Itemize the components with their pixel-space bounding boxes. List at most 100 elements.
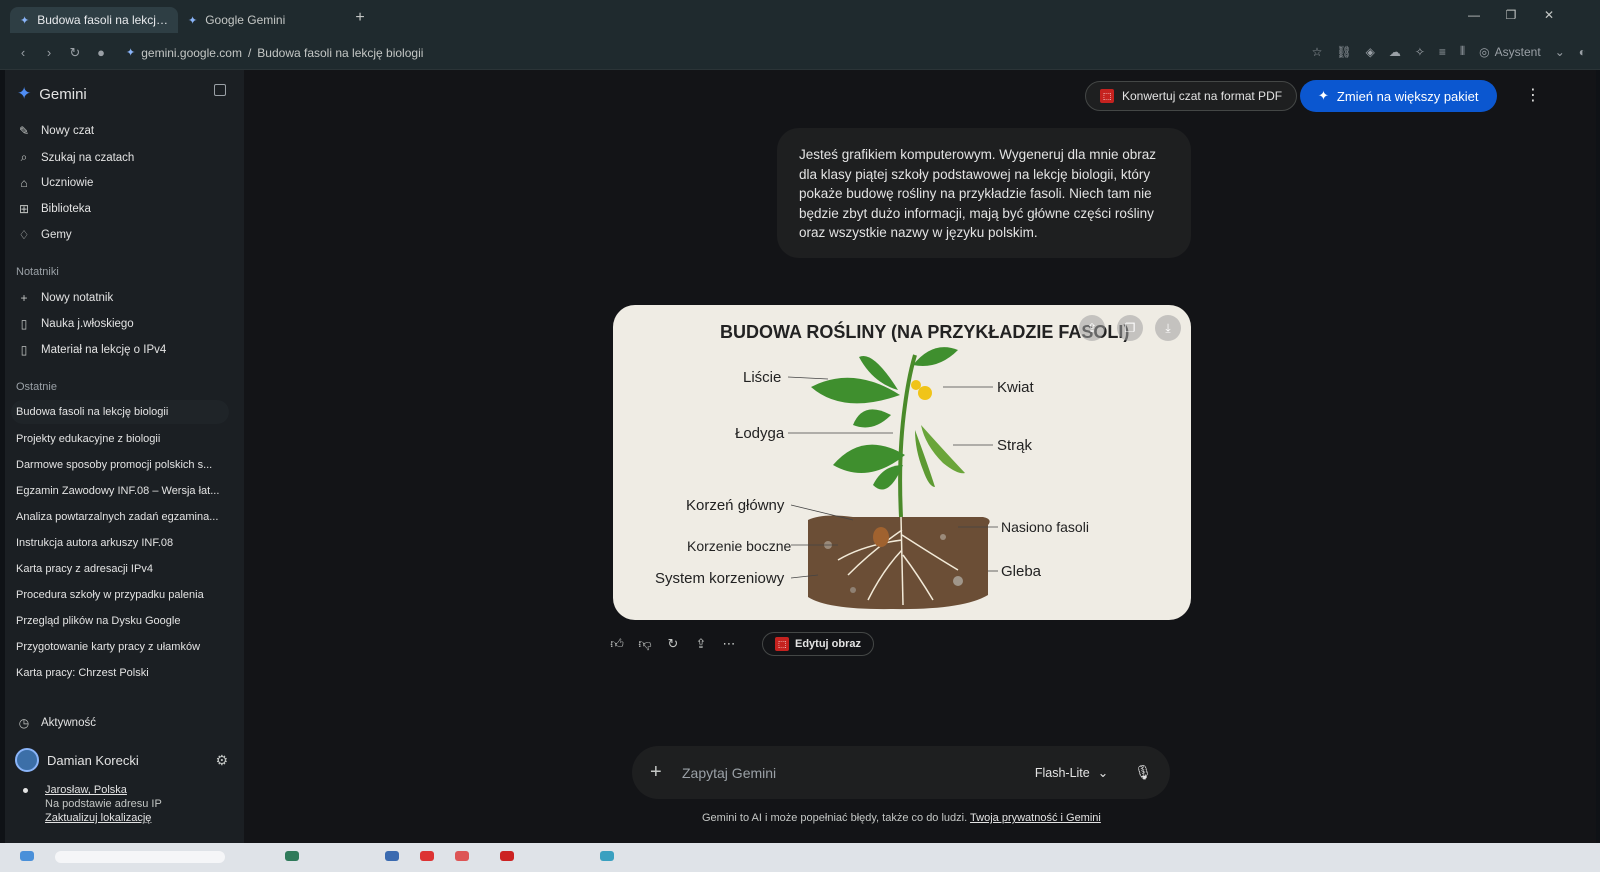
generated-image[interactable]: BUDOWA ROŚLINY (NA PRZYKŁADZIE FASOLI) L… — [613, 305, 1191, 620]
regenerate-icon[interactable]: ↻ — [666, 636, 680, 652]
sidebar-item-gems[interactable]: ♢ Gemy — [17, 228, 72, 242]
label-leaves: Liście — [743, 369, 781, 386]
share-icon[interactable]: ⇪ — [1079, 315, 1105, 341]
user-name: Damian Korecki — [47, 752, 139, 768]
prompt-input[interactable]: Zapytaj Gemini — [682, 765, 1035, 781]
browser-tab-bar: ✦ Budowa fasoli na lekcję biologii ✦ Goo… — [0, 0, 1600, 36]
sidebar-item-students[interactable]: ⌂ Uczniowie — [17, 176, 93, 190]
recent-chat-item[interactable]: Egzamin Zawodowy INF.08 – Wersja łat... — [16, 485, 229, 497]
sidebar-toggle-icon[interactable] — [214, 84, 226, 96]
back-icon[interactable]: ‹ — [10, 45, 36, 60]
sidebar-item-notebook[interactable]: ▯ Nauka j.włoskiego — [17, 317, 134, 331]
chevron-down-icon[interactable]: ⌄ — [1555, 45, 1565, 59]
brand[interactable]: ✦ Gemini — [17, 84, 87, 104]
taskbar-search[interactable] — [55, 851, 225, 863]
sidebar-item-label: Nowy notatnik — [41, 292, 114, 304]
gem-icon: ♢ — [18, 228, 30, 242]
taskbar-item[interactable] — [20, 851, 34, 861]
url-field[interactable]: ✦ gemini.google.com / Budowa fasoli na l… — [126, 46, 423, 60]
plus-icon[interactable]: + — [650, 761, 672, 784]
audio-icon[interactable]: ⦀ — [1460, 44, 1465, 59]
privacy-link[interactable]: Twoja prywatność i Gemini — [970, 812, 1101, 824]
recent-chat-item[interactable]: Analiza powtarzalnych zadań egzamina... — [16, 511, 229, 523]
thumbs-up-icon[interactable]: 👍︎ — [610, 636, 624, 652]
edit-image-label: Edytuj obraz — [795, 638, 862, 650]
label-soil: Gleba — [1001, 563, 1042, 580]
upgrade-button[interactable]: ✦ Zmień na większy pakiet — [1300, 80, 1497, 112]
more-icon[interactable]: ⋯ — [722, 636, 736, 652]
puzzle-icon[interactable]: ✧ — [1415, 45, 1425, 59]
edit-image-button[interactable]: ⬚ Edytuj obraz — [762, 632, 875, 656]
new-tab-button[interactable]: + — [348, 9, 372, 27]
tab-budowa-fasoli[interactable]: ✦ Budowa fasoli na lekcję biologii — [10, 7, 178, 33]
assistant-icon: ◎ — [1479, 44, 1490, 59]
more-options-icon[interactable]: ⋮ — [1525, 85, 1541, 105]
recent-chat-item[interactable]: Karta pracy z adresacji IPv4 — [16, 563, 229, 575]
update-location-link[interactable]: Zaktualizuj lokalizację — [45, 812, 151, 824]
bean-plant-illustration: BUDOWA ROŚLINY (NA PRZYKŁADZIE FASOLI) L… — [655, 321, 1129, 610]
convert-pdf-button[interactable]: ⬚ Konwertuj czat na format PDF — [1085, 81, 1298, 111]
star-icon[interactable]: ☆ — [1312, 45, 1323, 59]
image-title: BUDOWA ROŚLINY (NA PRZYKŁADZIE FASOLI) — [720, 321, 1129, 342]
label-main-root: Korzeń główny — [686, 497, 785, 514]
user-profile[interactable]: Damian Korecki — [15, 748, 139, 772]
copy-icon[interactable]: ❐ — [1117, 315, 1143, 341]
taskbar-item[interactable] — [455, 851, 469, 861]
download-icon[interactable]: ⤓ — [1155, 315, 1181, 341]
forward-icon[interactable]: › — [36, 45, 62, 60]
thumbs-down-icon[interactable]: 👎︎ — [638, 636, 652, 652]
sidebar-item-new-notebook[interactable]: + Nowy notatnik — [17, 291, 113, 305]
close-icon[interactable]: ✕ — [1539, 8, 1559, 22]
model-selector[interactable]: Flash-Lite ⌄ — [1035, 765, 1108, 781]
recent-chat-item[interactable]: Przygotowanie karty pracy z ułamków — [16, 641, 229, 653]
recent-chat-item[interactable]: Projekty edukacyjne z biologii — [16, 433, 229, 445]
reload-icon[interactable]: ↻ — [62, 45, 88, 61]
sparkle-icon: ✦ — [1318, 88, 1329, 103]
label-pod: Strąk — [997, 437, 1033, 454]
disclaimer: Gemini to AI i może popełniać błędy, tak… — [702, 812, 1101, 824]
link-icon[interactable]: ⛓ — [1336, 45, 1351, 59]
sidebar-item-notebook[interactable]: ▯ Materiał na lekcję o IPv4 — [17, 343, 167, 357]
recent-chat-item[interactable]: Procedura szkoły w przypadku palenia — [16, 589, 229, 601]
cloud-icon[interactable]: ☁ — [1389, 45, 1401, 59]
mic-icon[interactable]: 🎙︎ — [1134, 764, 1152, 781]
sidebar-item-new-chat[interactable]: ✎ Nowy czat — [17, 124, 94, 138]
settings-icon[interactable]: ⚙ — [215, 752, 228, 769]
taskbar-item[interactable] — [500, 851, 514, 861]
pebble — [940, 534, 946, 540]
mic-icon[interactable]: ● — [88, 45, 114, 60]
share-icon[interactable]: ⇪ — [694, 636, 708, 652]
assistant-button[interactable]: ◎ Asystent — [1479, 45, 1541, 59]
sidebar-item-library[interactable]: ⊞ Biblioteka — [17, 202, 91, 216]
location-link[interactable]: Jarosław, Polska — [45, 784, 127, 796]
profile-icon[interactable]: ◐ — [1579, 45, 1586, 59]
notebook-icon: ▯ — [20, 343, 28, 357]
response-actions: 👍︎ 👎︎ ↻ ⇪ ⋯ ⬚ Edytuj obraz — [610, 632, 875, 656]
restore-icon[interactable]: ❐ — [1501, 8, 1521, 22]
recent-chat-item[interactable]: Darmowe sposoby promocji polskich s... — [16, 459, 229, 471]
url-domain: gemini.google.com — [141, 45, 242, 60]
extension-icon[interactable]: ◈ — [1366, 45, 1375, 59]
pdf-icon: ⬚ — [1100, 89, 1114, 103]
taskbar-item[interactable] — [420, 851, 434, 861]
recent-chat-item[interactable]: Budowa fasoli na lekcję biologii — [11, 400, 229, 424]
tab-google-gemini[interactable]: ✦ Google Gemini — [178, 7, 348, 33]
label-stem: Łodyga — [735, 425, 785, 442]
sidebar-item-label: Biblioteka — [41, 203, 91, 215]
taskbar-item[interactable] — [385, 851, 399, 861]
recent-chat-item[interactable]: Karta pracy: Chrzest Polski — [16, 667, 229, 679]
recent-chat-item[interactable]: Instrukcja autora arkuszy INF.08 — [16, 537, 229, 549]
graduation-cap-icon: ⌂ — [20, 176, 28, 190]
sidebar-item-label: Nowy czat — [41, 125, 95, 137]
sidebar: ✦ Gemini ✎ Nowy czat ⌕ Szukaj na czatach… — [5, 70, 244, 860]
prompt-composer[interactable]: + Zapytaj Gemini Flash-Lite ⌄ 🎙︎ — [632, 746, 1170, 799]
list-icon[interactable]: ≡ — [1439, 45, 1446, 59]
user-message: Jesteś grafikiem komputerowym. Wygeneruj… — [777, 128, 1191, 258]
recent-chat-item[interactable]: Przegląd plików na Dysku Google — [16, 615, 229, 627]
taskbar-item[interactable] — [285, 851, 299, 861]
sidebar-item-label: Gemy — [41, 229, 72, 241]
sidebar-item-search[interactable]: ⌕ Szukaj na czatach — [17, 150, 135, 165]
sidebar-item-activity[interactable]: ◷ Aktywność — [17, 716, 96, 730]
taskbar-item[interactable] — [600, 851, 614, 861]
minimize-icon[interactable]: — — [1464, 8, 1484, 22]
